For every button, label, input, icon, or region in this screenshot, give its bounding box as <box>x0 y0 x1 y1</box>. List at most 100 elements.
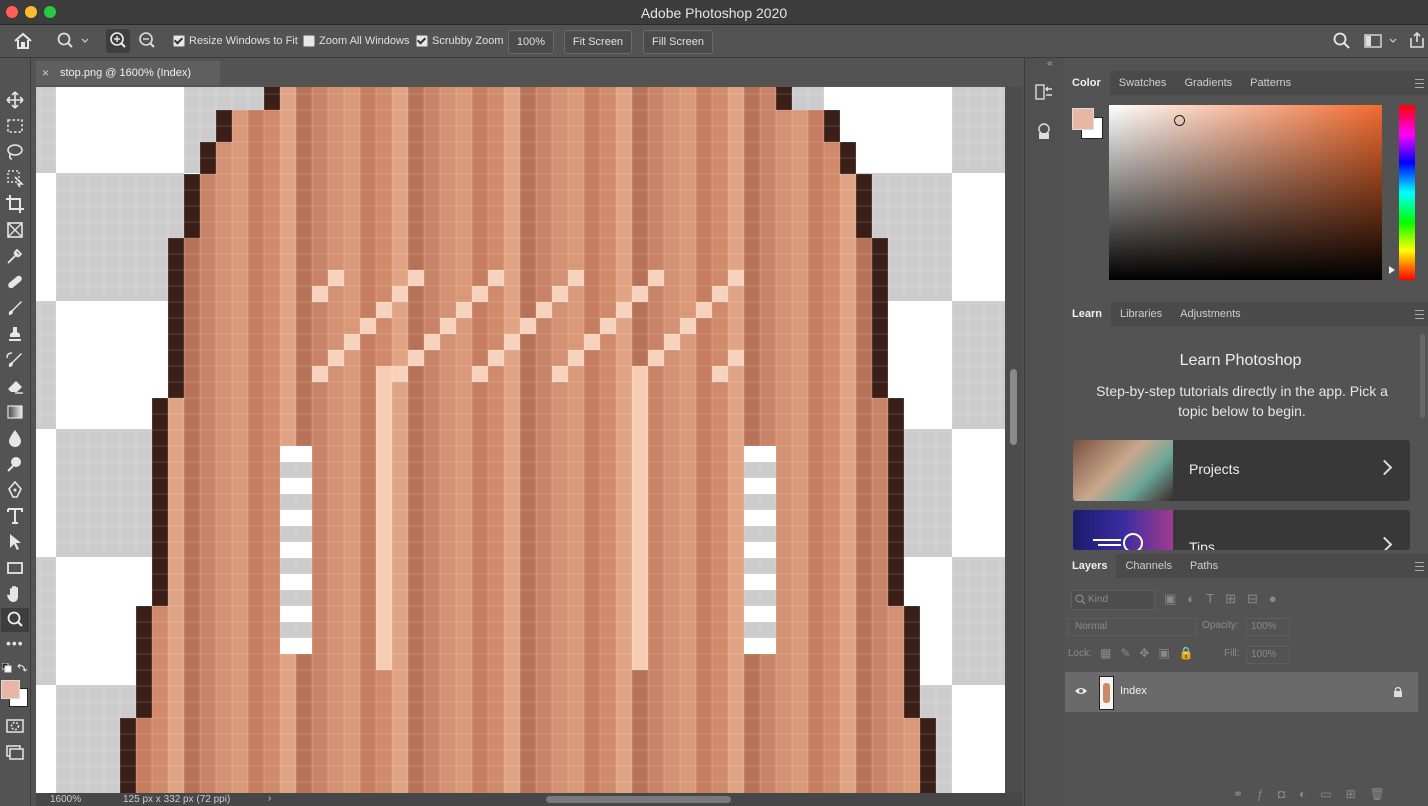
zoom-all-label: Zoom All Windows <box>319 35 410 47</box>
layer-actions-bar[interactable]: ⚭ƒ◘◐▭⊞🗑 <box>1233 787 1399 801</box>
foreground-color-swatch[interactable] <box>1 680 20 699</box>
zoom-percentage-field[interactable]: 100% <box>508 30 554 54</box>
tab-patterns[interactable]: Patterns <box>1241 71 1300 95</box>
move-tool-icon[interactable] <box>5 90 25 110</box>
home-icon[interactable] <box>13 32 33 50</box>
default-colors-icon[interactable] <box>2 663 12 673</box>
zoom-in-icon <box>110 32 126 48</box>
zoom-tool-preset-icon[interactable] <box>56 32 78 50</box>
layer-name[interactable]: Index <box>1120 685 1147 697</box>
fill-field[interactable]: 100% <box>1246 646 1290 664</box>
chevron-down-icon[interactable] <box>1389 38 1397 44</box>
lasso-tool-icon[interactable] <box>5 142 25 162</box>
pen-tool-icon[interactable] <box>5 480 25 500</box>
collapse-panels-icon[interactable]: « <box>1047 58 1053 69</box>
properties-panel-icon[interactable] <box>1035 122 1053 140</box>
search-icon[interactable] <box>1333 32 1351 50</box>
history-panel-icon[interactable] <box>1035 83 1053 101</box>
more-tools-icon[interactable]: ••• <box>6 636 26 650</box>
zoom-all-windows-checkbox[interactable]: Zoom All Windows <box>303 33 409 49</box>
document-tab-title: stop.png @ 1600% (Index) <box>60 67 192 79</box>
healing-brush-tool-icon[interactable] <box>5 272 25 292</box>
status-expand-icon[interactable]: › <box>268 793 271 804</box>
resize-windows-checkbox[interactable]: Resize Windows to Fit <box>173 33 298 49</box>
path-selection-tool-icon[interactable] <box>5 532 25 552</box>
workspace-icon[interactable] <box>1364 34 1382 48</box>
options-bar: Resize Windows to Fit Zoom All Windows S… <box>0 25 1428 58</box>
document-tab[interactable]: × stop.png @ 1600% (Index) <box>36 61 220 85</box>
eyedropper-tool-icon[interactable] <box>5 246 25 266</box>
gradient-tool-icon[interactable] <box>5 402 25 422</box>
crop-tool-icon[interactable] <box>5 194 25 214</box>
scrubby-zoom-checkbox[interactable]: Scrubby Zoom <box>416 33 504 49</box>
stopwatch-icon <box>1093 533 1143 550</box>
color-picker-field[interactable] <box>1109 105 1382 280</box>
quick-mask-icon[interactable] <box>5 716 25 736</box>
panel-menu-icon[interactable] <box>1415 310 1424 319</box>
tab-layers[interactable]: Layers <box>1063 554 1117 578</box>
hue-slider[interactable] <box>1399 105 1415 280</box>
scrollbar-thumb[interactable] <box>1010 369 1017 445</box>
chevron-down-icon[interactable] <box>81 38 89 44</box>
panel-menu-icon[interactable] <box>1415 562 1424 571</box>
close-document-icon[interactable]: × <box>42 66 49 80</box>
object-selection-tool-icon[interactable] <box>5 168 25 188</box>
tab-channels[interactable]: Channels <box>1116 554 1180 578</box>
blend-mode-value: Normal <box>1075 621 1108 632</box>
zoom-in-button[interactable] <box>106 29 130 53</box>
tips-thumbnail <box>1073 510 1173 550</box>
tips-label: Tips <box>1189 539 1215 550</box>
zoom-level[interactable]: 1600% <box>50 794 81 805</box>
blur-tool-icon[interactable] <box>5 428 25 448</box>
zoom-tool-icon <box>7 611 23 627</box>
opacity-field[interactable]: 100% <box>1246 618 1290 636</box>
hand-tool-icon[interactable] <box>5 584 25 604</box>
dodge-tool-icon[interactable] <box>5 454 25 474</box>
layer-thumbnail <box>1099 676 1114 710</box>
marquee-tool-icon[interactable] <box>5 116 25 136</box>
rectangle-tool-icon[interactable] <box>5 558 25 578</box>
history-brush-tool-icon[interactable] <box>5 350 25 370</box>
zoom-tool-button[interactable] <box>1 608 29 632</box>
tab-libraries[interactable]: Libraries <box>1111 302 1171 326</box>
zoom-out-button[interactable] <box>135 29 159 53</box>
screen-mode-icon[interactable] <box>5 742 25 762</box>
type-tool-icon[interactable] <box>5 506 25 526</box>
learn-scrollbar[interactable] <box>1420 334 1425 418</box>
projects-label: Projects <box>1189 461 1240 477</box>
tab-paths[interactable]: Paths <box>1181 554 1227 578</box>
fit-screen-button[interactable]: Fit Screen <box>564 30 632 54</box>
fill-screen-button[interactable]: Fill Screen <box>643 30 713 54</box>
layer-filter-kind[interactable]: Kind <box>1071 590 1155 610</box>
panel-foreground-swatch[interactable] <box>1072 108 1094 130</box>
lock-icon[interactable] <box>1393 686 1403 698</box>
visibility-eye-icon[interactable] <box>1074 686 1088 696</box>
frame-tool-icon[interactable] <box>5 220 25 240</box>
swap-colors-icon[interactable] <box>17 663 27 673</box>
lock-icons[interactable]: ▦✎✥▣🔒 <box>1100 646 1203 660</box>
tab-learn[interactable]: Learn <box>1063 302 1111 326</box>
tab-color[interactable]: Color <box>1063 71 1110 95</box>
hue-slider-handle[interactable] <box>1389 266 1395 274</box>
blend-mode-select[interactable]: Normal <box>1067 618 1197 636</box>
tips-card[interactable]: Tips <box>1073 510 1410 550</box>
brush-tool-icon[interactable] <box>5 298 25 318</box>
tab-gradients[interactable]: Gradients <box>1175 71 1241 95</box>
projects-card[interactable]: Projects <box>1073 440 1410 501</box>
layer-filter-icons[interactable]: ▣◐T⊞⊟● <box>1164 591 1288 607</box>
chevron-right-icon <box>1376 536 1393 550</box>
share-icon[interactable] <box>1409 31 1425 49</box>
tab-swatches[interactable]: Swatches <box>1110 71 1176 95</box>
document-canvas[interactable] <box>36 87 1005 793</box>
eraser-tool-icon[interactable] <box>5 376 25 396</box>
horizontal-scrollbar-thumb[interactable] <box>546 796 731 803</box>
layers-panel-tabs: Layers Channels Paths <box>1063 554 1428 578</box>
clone-stamp-tool-icon[interactable] <box>5 324 25 344</box>
fill-label: Fill: <box>1224 648 1240 659</box>
color-picker-cursor[interactable] <box>1174 115 1185 126</box>
layer-row[interactable]: Index <box>1065 672 1418 712</box>
panel-menu-icon[interactable] <box>1415 79 1424 88</box>
color-panel-tabs: Color Swatches Gradients Patterns <box>1063 71 1428 95</box>
vertical-scrollbar[interactable] <box>1005 87 1023 793</box>
tab-adjustments[interactable]: Adjustments <box>1171 302 1250 326</box>
